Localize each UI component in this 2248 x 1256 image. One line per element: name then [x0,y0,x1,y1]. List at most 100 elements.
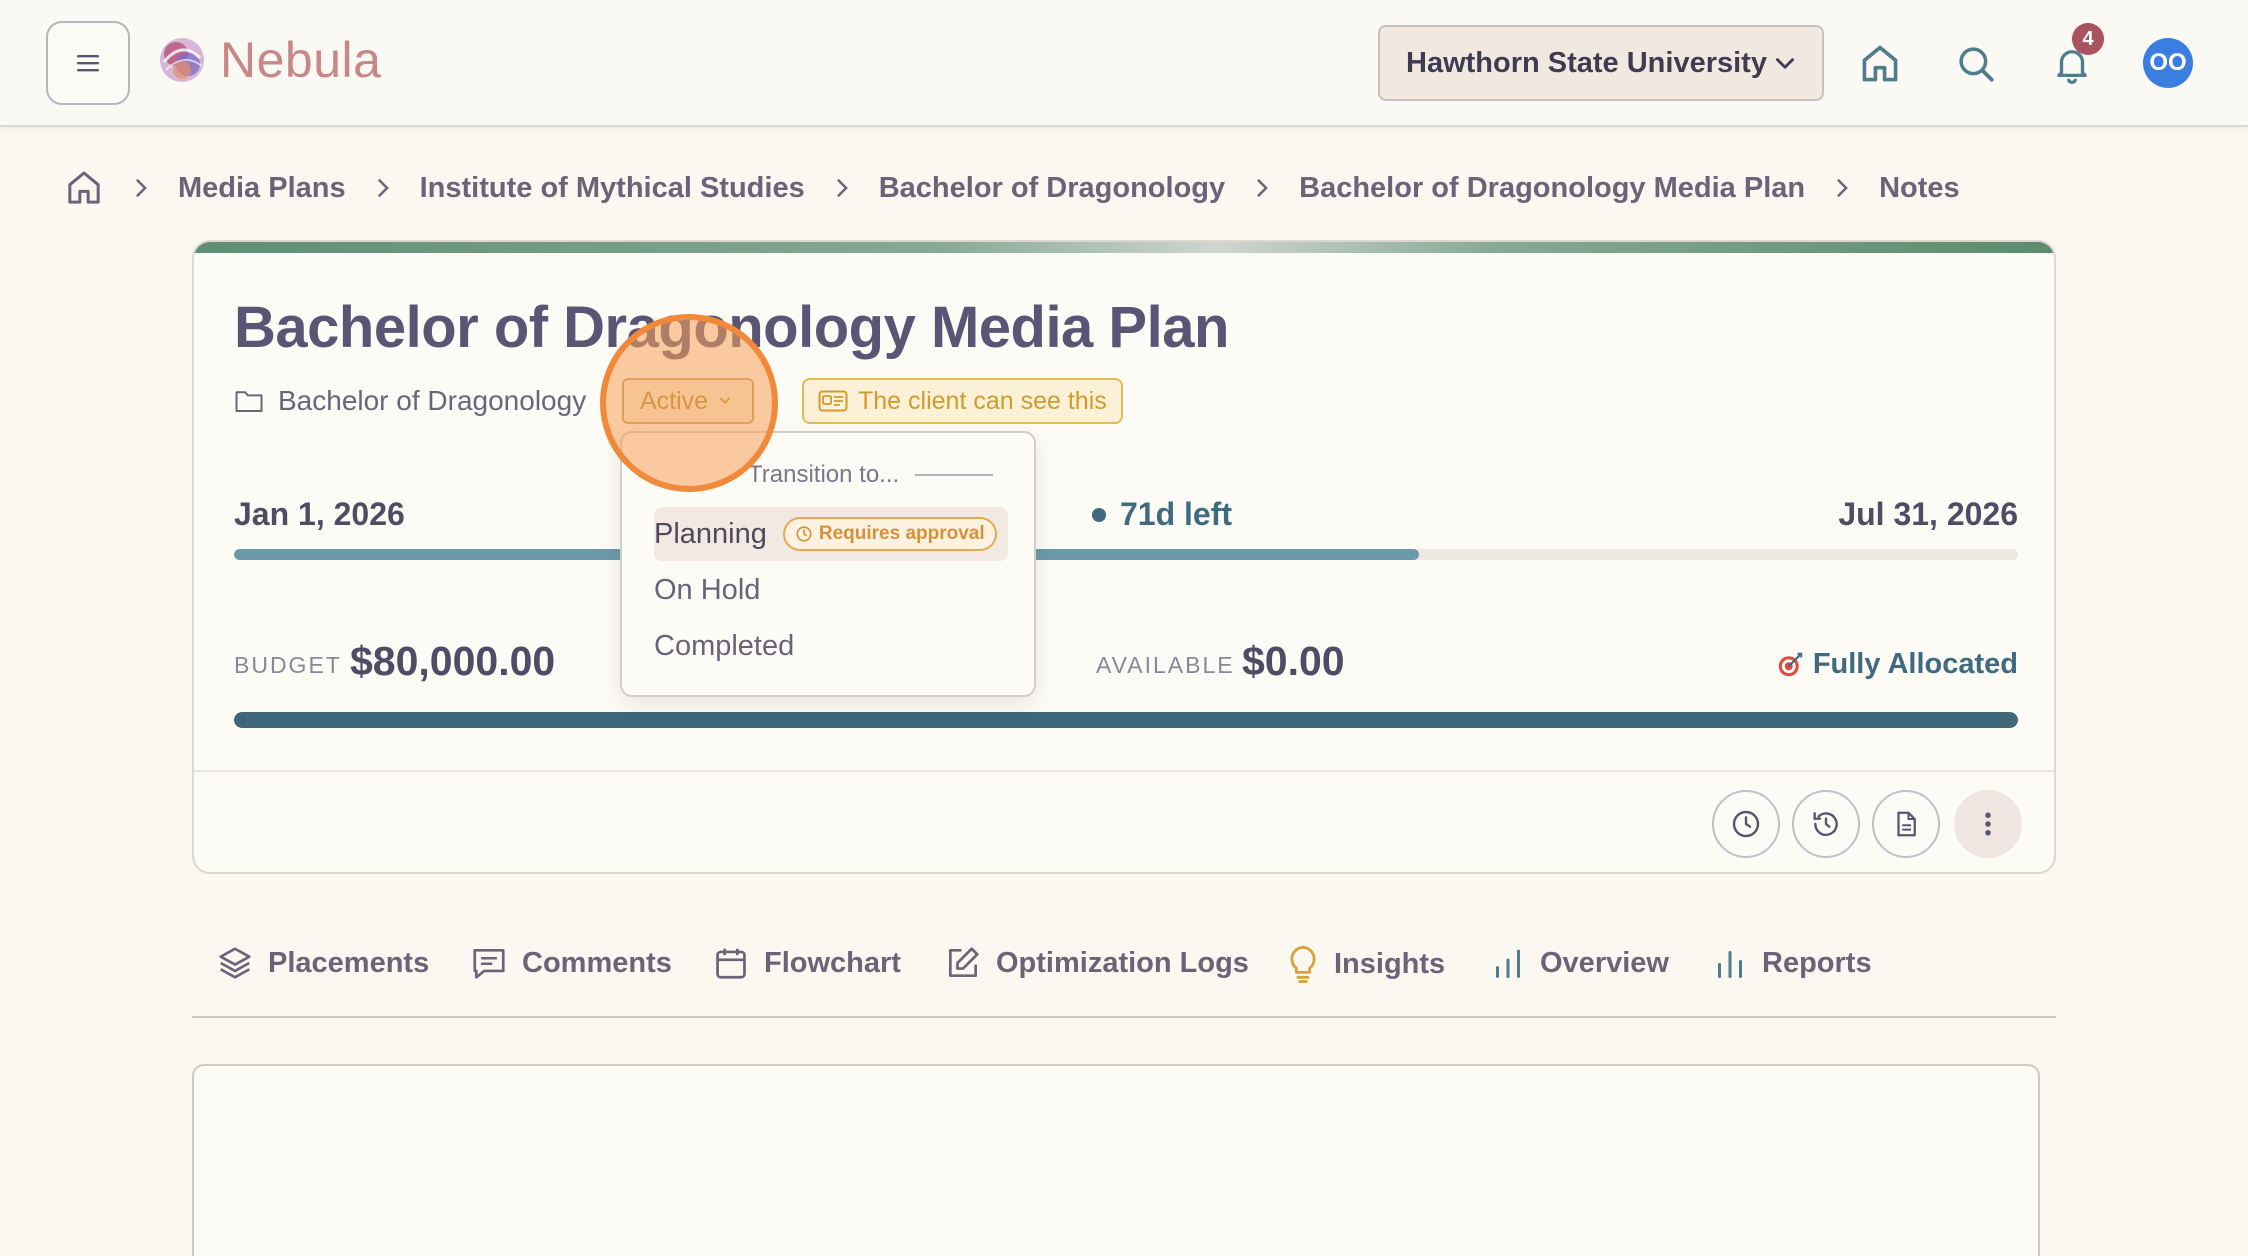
time-dot [1092,507,1106,522]
chevron-right-icon [374,177,392,199]
available-value: $0.00 [1242,638,1345,684]
dropdown-header: Transition to... [748,461,994,489]
allocation-status-text: Fully Allocated [1812,648,2018,680]
budget-progress-bar [234,712,2018,728]
tab-label: Placements [268,946,430,979]
home-icon [1862,45,1898,82]
breadcrumb-media-plans[interactable]: Media Plans [178,172,346,205]
organization-select[interactable]: Hawthorn State University [1378,25,1824,101]
comment-icon [473,948,505,979]
program-name: Bachelor of Dragonology [278,385,587,416]
tab-comments[interactable]: Comments [470,944,672,982]
plan-tabs: Placements Comments Flowchart Optimizati… [192,934,2056,1018]
breadcrumb-notes: Notes [1879,171,1960,204]
page-title: Bachelor of Dragonology Media Plan [234,295,1229,360]
tab-placements[interactable]: Placements [216,944,429,982]
tab-label: Overview [1540,946,1669,979]
status-option-planning[interactable]: Planning Requires approval [654,507,1008,561]
edit-icon [948,947,979,978]
status-option-completed[interactable]: Completed [654,619,1008,673]
breadcrumb-institute[interactable]: Institute of Mythical Studies [420,172,805,205]
media-plan-card: Bachelor of Dragonology Media Plan Bache… [192,240,2056,874]
client-visibility-badge: The client can see this [802,378,1123,424]
bar-chart-icon [1718,951,1742,978]
folder-icon [235,391,263,412]
tab-label: Insights [1334,947,1446,980]
allocation-status: Fully Allocated [1775,648,2018,681]
app-name: Nebula [220,32,382,88]
status-option-on-hold[interactable]: On Hold [654,563,1008,617]
notification-count-badge: 4 [2072,23,2104,55]
clock-icon [1732,810,1760,838]
target-icon [1778,652,1803,676]
card-accent-bar [194,242,2054,253]
breadcrumb: Media Plans Institute of Mythical Studie… [64,166,1960,210]
user-avatar[interactable]: OO [2143,38,2193,88]
timeline-dates: Jan 1, 2026 71d left Jul 31, 2026 [234,496,2018,536]
tab-reports[interactable]: Reports [1712,944,1872,982]
tab-overview[interactable]: Overview [1490,944,1669,982]
status-option-label: Completed [654,629,795,662]
chevron-right-icon [1253,177,1271,199]
chevron-down-icon [1776,58,1794,69]
nebula-logo [160,38,204,82]
requires-approval-text: Requires approval [818,523,985,544]
tab-label: Comments [522,946,672,979]
menu-icon [77,55,99,72]
menu-button[interactable] [46,21,130,105]
tab-content-panel [192,1064,2040,1256]
client-visibility-text: The client can see this [858,386,1107,415]
time-left-text: 71d left [1120,496,1233,532]
status-label: Active [640,386,709,415]
card-divider [194,770,2054,772]
plan-meta-row: Bachelor of Dragonology [234,378,586,424]
more-vertical-icon [1985,812,1991,836]
time-left-indicator: 71d left [1092,496,1232,533]
requires-approval-badge: Requires approval [782,517,997,551]
breadcrumb-media-plan[interactable]: Bachelor of Dragonology Media Plan [1299,172,1805,205]
search-icon [1959,47,1994,82]
notes-button[interactable] [1872,790,1940,858]
home-icon[interactable] [64,168,104,208]
calendar-icon [716,948,746,979]
program-link[interactable]: Bachelor of Dragonology [234,385,586,417]
start-date: Jan 1, 2026 [234,496,405,532]
budget-label: BUDGET [234,652,342,678]
more-options-button[interactable] [1954,790,2022,858]
organization-name: Hawthorn State University [1406,46,1767,79]
status-transition-menu: Transition to... Planning Requires appro… [620,431,1036,697]
app-logo[interactable]: Nebula [154,31,381,89]
tab-label: Flowchart [764,946,901,979]
top-bar: Nebula Hawthorn State University 4 OO [0,0,2248,127]
history-button[interactable] [1792,790,1860,858]
chevron-right-icon [833,177,851,199]
lightbulb-icon [1290,945,1316,983]
document-icon [1897,811,1916,837]
breadcrumb-program[interactable]: Bachelor of Dragonology [879,172,1225,205]
tab-insights[interactable]: Insights [1286,944,1445,984]
history-icon [1813,812,1838,836]
tab-label: Optimization Logs [996,946,1249,979]
layers-icon [219,947,251,979]
bar-chart-icon [1496,949,1520,978]
status-dropdown-button[interactable]: Active [622,378,754,424]
budget-value: $80,000.00 [350,638,556,684]
tab-optimization-logs[interactable]: Optimization Logs [944,944,1249,982]
status-option-label: Planning [654,517,767,550]
chevron-right-icon [1833,177,1851,199]
timeline-progress-bar [234,549,2018,560]
budget-progress-fill [234,712,2018,728]
tab-label: Reports [1762,946,1872,979]
available-label: AVAILABLE [1096,652,1235,678]
chevron-down-icon [720,397,731,404]
id-card-icon [818,390,848,412]
schedule-button[interactable] [1712,790,1780,858]
dropdown-header-text: Transition to... [748,461,900,488]
budget-row: BUDGET $80,000.00 AVAILABLE $0.00 Fully … [234,638,2018,688]
tab-flowchart[interactable]: Flowchart [712,944,901,982]
home-button[interactable] [1852,36,1908,92]
search-button[interactable] [1948,36,2004,92]
chevron-right-icon [132,177,150,199]
end-date: Jul 31, 2026 [1838,496,2018,532]
clock-icon [796,526,812,542]
